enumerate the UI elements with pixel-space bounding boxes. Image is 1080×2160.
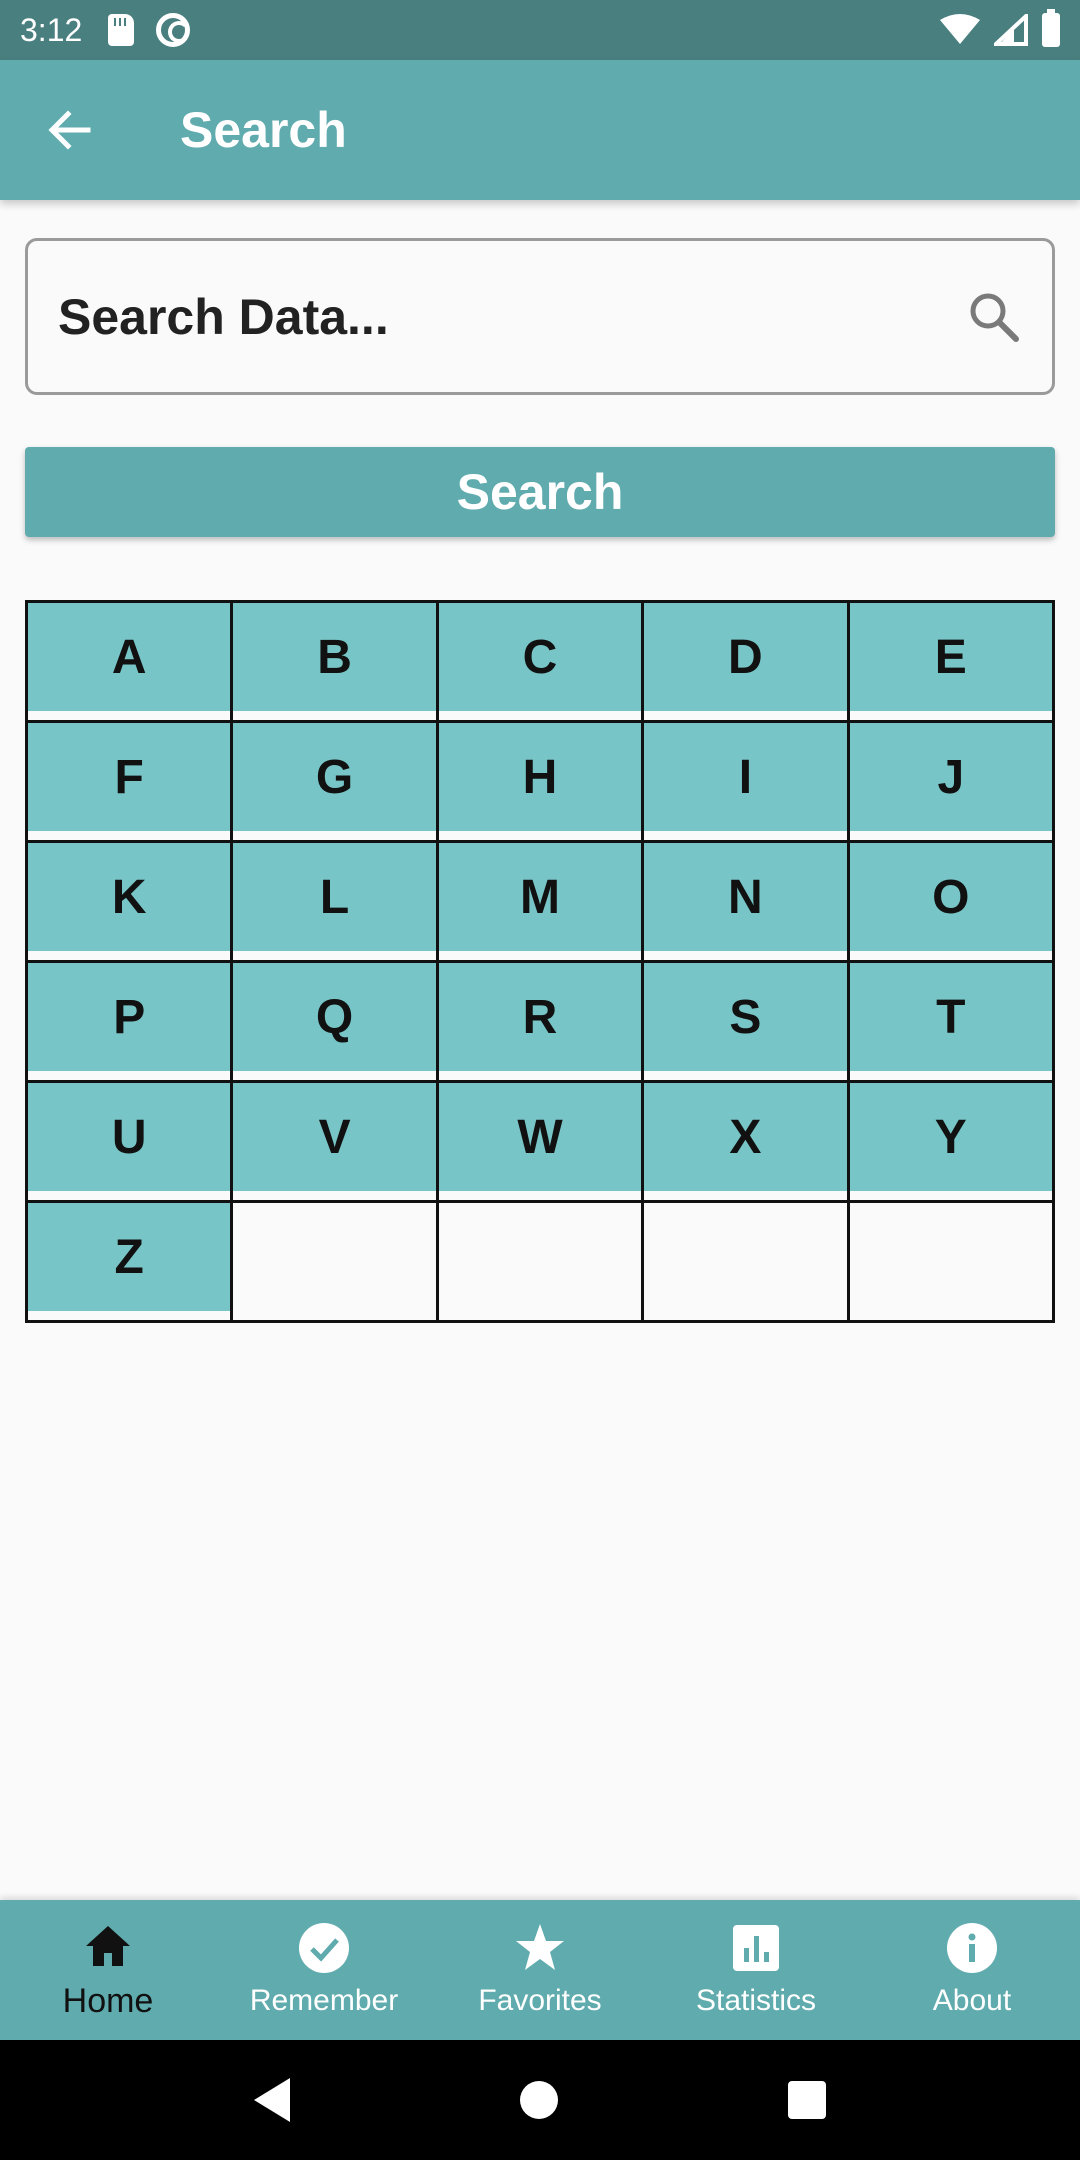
nav-item-statistics[interactable]: Statistics [648,1900,864,2040]
status-time: 3:12 [20,11,83,48]
letter-button-d[interactable]: D [644,603,847,715]
system-recents-icon[interactable] [788,2081,826,2119]
letter-button-w[interactable]: W [438,1083,642,1195]
search-icon[interactable] [966,289,1022,345]
letter-button-v[interactable]: V [233,1083,436,1195]
grid-cell: M [438,843,645,963]
letter-grid: ABCDE FGHIJ KLMNO PQRST UVWXY Z [25,600,1055,1323]
home-icon [86,1925,130,1966]
grid-cell: C [438,603,645,723]
empty-grid-cell [438,1203,645,1323]
arrow-back-icon [48,110,91,150]
grid-cell: R [438,963,645,1083]
search-input[interactable] [58,287,966,346]
grid-cell: S [644,963,850,1083]
grid-cell: P [28,963,234,1083]
system-back-icon[interactable] [254,2078,290,2122]
letter-button-j[interactable]: J [849,723,1052,835]
letter-button-x[interactable]: X [644,1083,847,1195]
letter-button-t[interactable]: T [849,963,1052,1075]
bottom-navigation: Home Remember Favorites Statistics About [0,1900,1080,2040]
nav-label-remember: Remember [249,1984,399,2017]
grid-cell: E [849,603,1055,723]
bar-chart-icon [733,1925,779,1971]
wifi-icon [940,14,980,44]
letter-button-n[interactable]: N [644,843,847,955]
check-circle-icon [299,1923,349,1973]
empty-grid-cell [644,1203,850,1323]
sync-icon [156,13,191,47]
info-icon [947,1923,997,1973]
grid-cell: U [28,1083,234,1203]
grid-cell: I [644,723,850,843]
grid-cell: Z [28,1203,234,1323]
battery-icon [1042,9,1060,47]
letter-button-r[interactable]: R [438,963,642,1075]
letter-button-l[interactable]: L [233,843,436,955]
letter-button-h[interactable]: H [438,723,642,835]
grid-cell: A [28,603,234,723]
letter-button-f[interactable]: F [28,723,231,835]
nav-item-remember[interactable]: Remember [216,1900,432,2040]
letter-button-u[interactable]: U [28,1083,231,1195]
grid-cell: V [233,1083,439,1203]
grid-cell: L [233,843,439,963]
letter-button-c[interactable]: C [438,603,642,715]
grid-cell: K [28,843,234,963]
grid-cell: T [849,963,1055,1083]
letter-button-p[interactable]: P [28,963,231,1075]
letter-button-m[interactable]: M [438,843,642,955]
letter-button-y[interactable]: Y [849,1083,1052,1195]
sd-card-icon [108,14,135,46]
nav-label-favorites: Favorites [478,1984,602,2017]
grid-cell: X [644,1083,850,1203]
letter-button-s[interactable]: S [644,963,847,1075]
grid-cell: N [644,843,850,963]
letter-button-i[interactable]: I [644,723,847,835]
letter-button-g[interactable]: G [233,723,436,835]
letter-button-b[interactable]: B [233,603,436,715]
letter-button-e[interactable]: E [849,603,1052,715]
letter-button-o[interactable]: O [849,843,1052,955]
app-bar: Search [0,60,1080,200]
nav-item-home[interactable]: Home [0,1900,216,2040]
empty-grid-cell [849,1203,1055,1323]
grid-cell: G [233,723,439,843]
star-icon [516,1924,564,1970]
grid-cell: Y [849,1083,1055,1203]
nav-label-about: About [932,1984,1012,2017]
search-button[interactable]: Search [25,447,1055,537]
system-home-icon[interactable] [520,2081,558,2119]
page-title: Search [180,102,347,158]
back-button[interactable] [0,60,140,200]
status-bar: 3:12 [0,0,1080,60]
letter-button-q[interactable]: Q [233,963,436,1075]
grid-cell: J [849,723,1055,843]
grid-cell: D [644,603,850,723]
nav-label-statistics: Statistics [695,1984,817,2017]
grid-cell: O [849,843,1055,963]
empty-grid-cell [233,1203,439,1323]
grid-cell: H [438,723,645,843]
grid-cell: B [233,603,439,723]
nav-item-about[interactable]: About [864,1900,1080,2040]
system-navigation-bar [0,2040,1080,2160]
letter-button-z[interactable]: Z [28,1203,231,1315]
grid-cell: Q [233,963,439,1083]
letter-button-k[interactable]: K [28,843,231,955]
nav-label-home: Home [62,1981,154,2020]
search-field[interactable] [25,238,1055,395]
nav-item-favorites[interactable]: Favorites [432,1900,648,2040]
grid-cell: W [438,1083,645,1203]
letter-button-a[interactable]: A [28,603,231,715]
cellular-signal-icon [994,14,1028,46]
grid-cell: F [28,723,234,843]
